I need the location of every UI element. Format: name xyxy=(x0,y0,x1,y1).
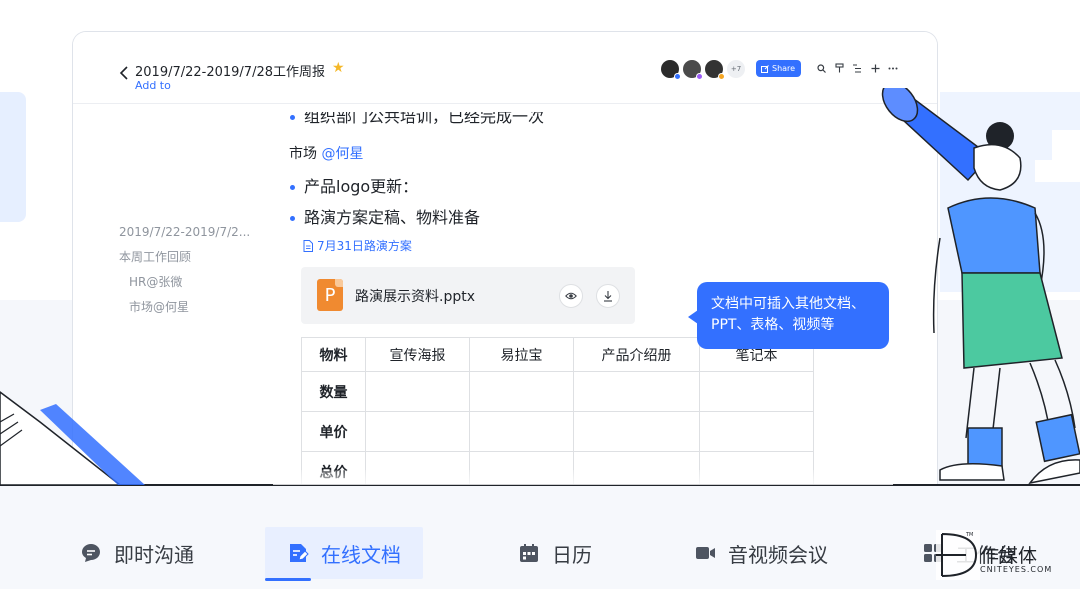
more-collaborators-count[interactable]: +7 xyxy=(727,60,745,78)
nav-item-label: 在线文档 xyxy=(321,542,401,567)
eye-icon xyxy=(565,292,577,300)
table-header-cell: 宣传海报 xyxy=(365,337,470,372)
document-outline: 2019/7/22-2019/7/2... 本周工作回顾 HR@张微 市场@何星 xyxy=(119,220,250,320)
list-item: 组织部门公共培训，已经完成一次 xyxy=(289,112,544,134)
nav-item-label: 音视频会议 xyxy=(728,542,828,567)
nav-item-label: 即时沟通 xyxy=(114,542,194,567)
avatar[interactable] xyxy=(661,60,681,80)
nav-item-messenger[interactable]: 即时沟通 xyxy=(80,527,194,579)
user-mention[interactable]: @何星 xyxy=(321,146,363,162)
calendar-icon xyxy=(520,544,538,562)
chat-bubble-icon xyxy=(82,544,100,562)
outline-item[interactable]: 2019/7/22-2019/7/2... xyxy=(119,220,250,245)
table-cell[interactable] xyxy=(365,411,470,452)
watermark-logo: TM xyxy=(936,530,980,580)
file-name: 路演展示资料.pptx xyxy=(355,289,475,305)
table-cell[interactable] xyxy=(699,371,814,412)
document-link[interactable]: 7月31日路演方案 xyxy=(303,237,412,254)
avatar[interactable] xyxy=(683,60,703,80)
table-row: 单价 xyxy=(301,411,814,452)
table-cell[interactable] xyxy=(469,411,574,452)
tooltip-line: 文档中可插入其他文档、 xyxy=(711,296,865,312)
list-item: 产品logo更新： xyxy=(289,175,418,199)
file-attachment[interactable]: P 路演展示资料.pptx xyxy=(301,267,635,324)
video-camera-icon xyxy=(696,547,715,559)
section-label: 市场 xyxy=(289,146,317,162)
watermark-url: CNITEYES.COM xyxy=(980,565,1053,574)
document-header: 2019/7/22-2019/7/28工作周报 ★ Add to +7 Shar… xyxy=(73,32,937,104)
collaborator-avatars[interactable]: +7 xyxy=(661,60,745,80)
feature-tooltip: 文档中可插入其他文档、 PPT、表格、视频等 xyxy=(688,282,889,349)
paper-illustration xyxy=(0,391,145,485)
nav-item-calendar[interactable]: 日历 xyxy=(518,527,592,579)
table-row-header: 单价 xyxy=(301,411,366,452)
table-row: 数量 xyxy=(301,371,814,412)
product-nav: 即时沟通 在线文档 日历 音视频会议 工作台 xyxy=(0,522,1080,582)
avatar[interactable] xyxy=(705,60,725,80)
table-cell[interactable] xyxy=(469,371,574,412)
watermark: TM 作媒体 CNITEYES.COM xyxy=(922,528,1072,580)
header-toolbar xyxy=(816,61,898,75)
table-header-cell: 物料 xyxy=(301,337,366,372)
background-shape-left xyxy=(0,92,26,222)
list-item: 路演方案定稿、物料准备 xyxy=(289,206,480,230)
share-icon xyxy=(761,64,769,73)
table-cell[interactable] xyxy=(573,371,700,412)
document-window: 2019/7/22-2019/7/28工作周报 ★ Add to +7 Shar… xyxy=(72,31,938,485)
document-edit-icon xyxy=(290,544,309,562)
back-arrow-icon[interactable] xyxy=(117,65,131,81)
outline-item[interactable]: 市场@何星 xyxy=(119,295,250,320)
bullet-text: 组织部门公共培训，已经完成一次 xyxy=(289,112,544,129)
person-telescope-illustration xyxy=(881,88,1080,485)
nav-item-docs[interactable]: 在线文档 xyxy=(265,527,423,581)
outline-item[interactable]: HR@张微 xyxy=(119,270,250,295)
section-heading: 市场 @何星 xyxy=(289,143,363,165)
table-row-header: 数量 xyxy=(301,371,366,412)
document-title: 2019/7/22-2019/7/28工作周报 xyxy=(135,65,326,80)
table-cell[interactable] xyxy=(573,411,700,452)
outline-item[interactable]: 本周工作回顾 xyxy=(119,245,250,270)
nav-item-video-meeting[interactable]: 音视频会议 xyxy=(694,527,828,579)
table-header-cell: 产品介绍册 xyxy=(573,337,700,372)
table-header-cell: 易拉宝 xyxy=(469,337,574,372)
download-icon xyxy=(604,291,612,302)
svg-text:TM: TM xyxy=(965,532,973,538)
more-options-icon[interactable] xyxy=(888,61,898,75)
material-table: 物料 宣传海报 易拉宝 产品介绍册 笔记本 数量 单价 总价 xyxy=(301,337,814,485)
search-icon[interactable] xyxy=(816,61,826,75)
table-cell[interactable] xyxy=(699,411,814,452)
tooltip-line: PPT、表格、视频等 xyxy=(711,317,835,333)
outline-icon[interactable] xyxy=(852,61,862,75)
share-button[interactable]: Share xyxy=(756,60,802,77)
add-icon[interactable] xyxy=(870,61,880,75)
watermark-name: 作媒体 xyxy=(980,545,1038,567)
star-icon[interactable]: ★ xyxy=(332,60,345,76)
pptx-file-icon: P xyxy=(317,279,343,311)
content-fade xyxy=(273,470,893,485)
preview-button[interactable] xyxy=(559,284,583,308)
share-label: Share xyxy=(772,64,796,73)
document-link-text: 7月31日路演方案 xyxy=(317,239,412,253)
document-icon xyxy=(303,239,313,252)
pin-icon[interactable] xyxy=(834,61,844,75)
download-button[interactable] xyxy=(596,284,620,308)
table-cell[interactable] xyxy=(365,371,470,412)
add-to-link[interactable]: Add to xyxy=(135,79,171,92)
nav-item-label: 日历 xyxy=(552,542,592,567)
